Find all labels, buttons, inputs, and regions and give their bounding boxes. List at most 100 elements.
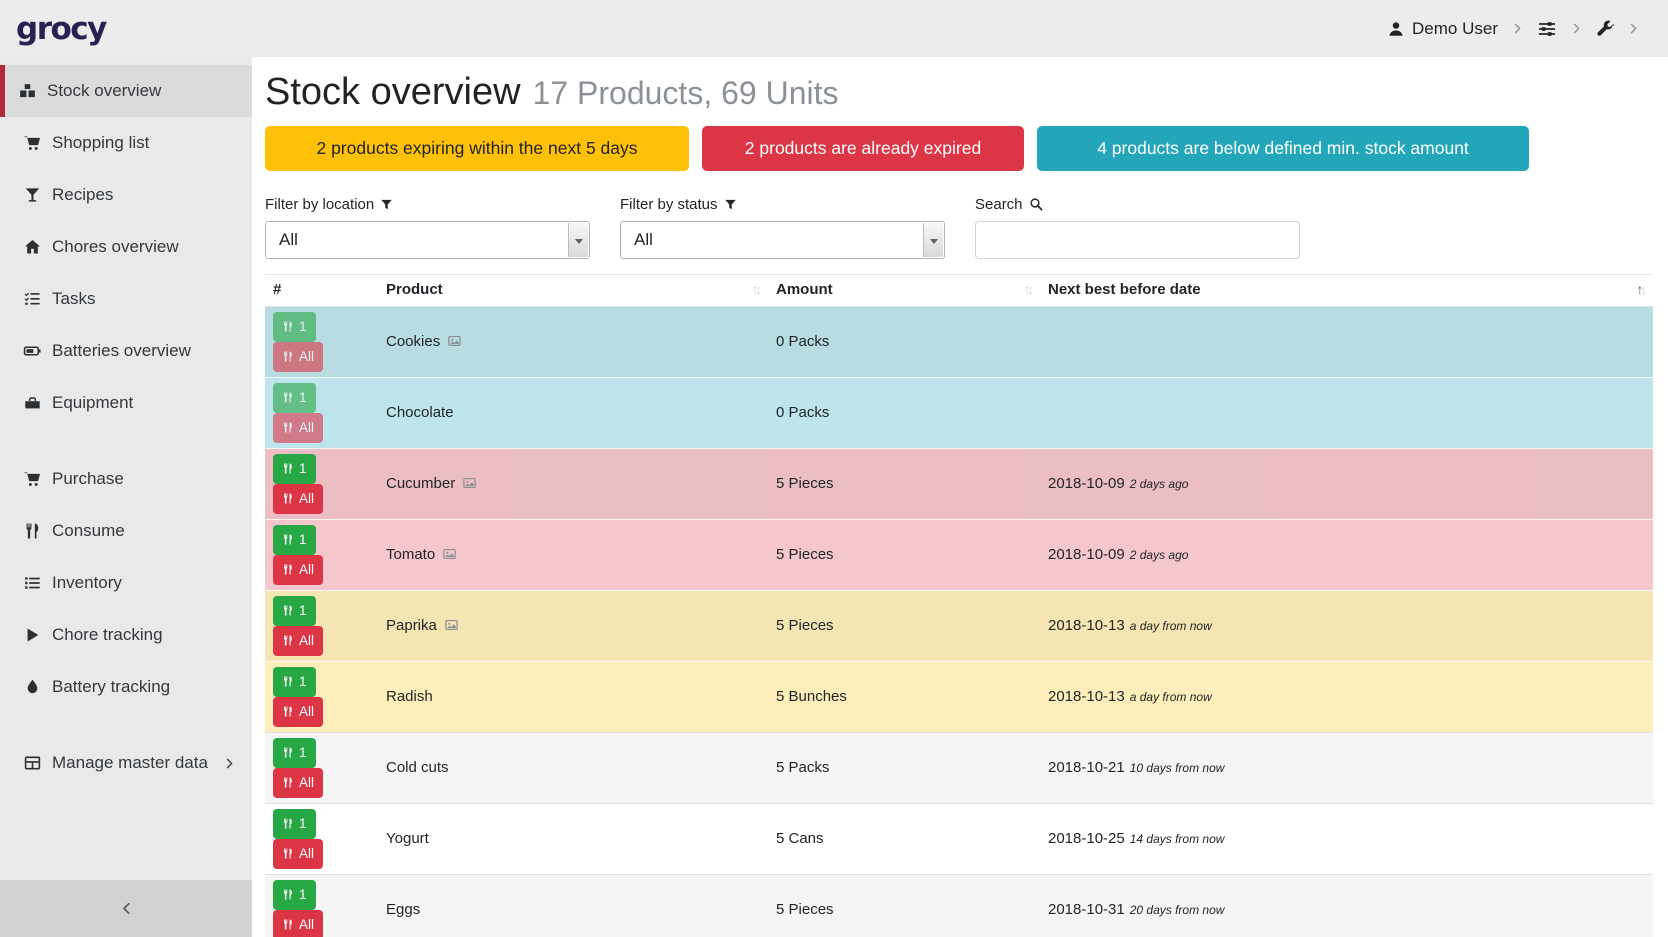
chevron-right-icon xyxy=(223,757,236,770)
column-header-amount[interactable]: Amount ↑↓ xyxy=(768,274,1040,306)
consume-all-button[interactable]: All xyxy=(273,910,323,937)
date-cell: 2018-10-2110 days from now xyxy=(1040,732,1653,803)
chevron-left-icon xyxy=(119,901,134,916)
consume-one-button[interactable]: 1 xyxy=(273,454,316,484)
sidebar-item-purchase[interactable]: Purchase xyxy=(0,453,252,505)
utensils-icon xyxy=(282,604,294,617)
sidebar-item-stock-overview[interactable]: Stock overview xyxy=(0,65,252,117)
product-name[interactable]: Cookies xyxy=(386,333,440,350)
consume-all-button[interactable]: All xyxy=(273,626,323,656)
consume-all-button[interactable]: All xyxy=(273,768,323,798)
sidebar-item-batteries-overview[interactable]: Batteries overview xyxy=(0,325,252,377)
product-cell: Eggs xyxy=(378,874,768,937)
filter-status-label: Filter by status xyxy=(620,196,945,213)
product-cell: Yogurt xyxy=(378,803,768,874)
app-logo[interactable]: grocy xyxy=(16,11,106,47)
actions-cell: 1 All xyxy=(265,803,378,874)
consume-all-button[interactable]: All xyxy=(273,413,323,443)
product-name[interactable]: Chocolate xyxy=(386,404,454,421)
sidebar-collapse-button[interactable] xyxy=(0,880,252,937)
utensils-icon xyxy=(282,350,294,363)
consume-one-button[interactable]: 1 xyxy=(273,738,316,768)
consume-all-button[interactable]: All xyxy=(273,697,323,727)
sidebar-item-shopping-list[interactable]: Shopping list xyxy=(0,117,252,169)
alert-info-button[interactable]: 4 products are below defined min. stock … xyxy=(1037,126,1529,171)
image-icon[interactable] xyxy=(462,476,477,490)
product-cell: Cold cuts xyxy=(378,732,768,803)
consume-all-button[interactable]: All xyxy=(273,342,323,372)
sidebar-item-tasks[interactable]: Tasks xyxy=(0,273,252,325)
consume-one-button[interactable]: 1 xyxy=(273,312,316,342)
sidebar-item-manage-master-data[interactable]: Manage master data xyxy=(0,737,252,789)
column-label: Next best before date xyxy=(1048,281,1201,298)
column-header-product[interactable]: Product ↑↓ xyxy=(378,274,768,306)
sliders-icon xyxy=(1537,19,1557,39)
column-header-date[interactable]: Next best before date ↑↓ xyxy=(1040,274,1653,306)
sidebar-item-recipes[interactable]: Recipes xyxy=(0,169,252,221)
consume-one-button[interactable]: 1 xyxy=(273,525,316,555)
sidebar-item-equipment[interactable]: Equipment xyxy=(0,377,252,429)
consume-one-label: 1 xyxy=(299,887,307,902)
search-input[interactable] xyxy=(975,221,1300,259)
sort-icon[interactable]: ↑↓ xyxy=(752,282,763,297)
consume-all-label: All xyxy=(299,349,314,364)
chevron-right-icon xyxy=(1627,22,1640,35)
consume-one-button[interactable]: 1 xyxy=(273,596,316,626)
utensils-icon xyxy=(282,492,294,505)
consume-all-button[interactable]: All xyxy=(273,555,323,585)
settings-menu[interactable] xyxy=(1537,19,1557,39)
user-label: Demo User xyxy=(1412,19,1498,39)
product-name[interactable]: Yogurt xyxy=(386,830,429,847)
image-icon[interactable] xyxy=(442,547,457,561)
consume-all-button[interactable]: All xyxy=(273,484,323,514)
product-name[interactable]: Tomato xyxy=(386,546,435,563)
product-name[interactable]: Cucumber xyxy=(386,475,455,492)
sidebar-item-consume[interactable]: Consume xyxy=(0,505,252,557)
product-cell: Cookies xyxy=(378,306,768,377)
table-row: 1AllCucumber5 Pieces2018-10-092 days ago xyxy=(265,448,1653,519)
consume-one-button[interactable]: 1 xyxy=(273,880,316,910)
status-select[interactable]: All xyxy=(620,221,945,259)
alert-warning-button[interactable]: 2 products expiring within the next 5 da… xyxy=(265,126,689,171)
alert-danger-button[interactable]: 2 products are already expired xyxy=(702,126,1024,171)
search-icon xyxy=(1029,197,1043,211)
consume-one-button[interactable]: 1 xyxy=(273,383,316,413)
actions-cell: 1 All xyxy=(265,874,378,937)
sidebar-item-chores-overview[interactable]: Chores overview xyxy=(0,221,252,273)
search-label-text: Search xyxy=(975,196,1023,213)
utensils-icon xyxy=(282,462,294,475)
consume-all-label: All xyxy=(299,775,314,790)
consume-all-label: All xyxy=(299,420,314,435)
sidebar-item-battery-tracking[interactable]: Battery tracking xyxy=(0,661,252,713)
user-menu[interactable]: Demo User xyxy=(1387,19,1498,39)
image-icon[interactable] xyxy=(444,618,459,632)
product-name[interactable]: Radish xyxy=(386,688,433,705)
location-select[interactable]: All xyxy=(265,221,590,259)
sidebar-item-inventory[interactable]: Inventory xyxy=(0,557,252,609)
consume-one-button[interactable]: 1 xyxy=(273,667,316,697)
sidebar-group-gap xyxy=(0,429,252,453)
column-label: # xyxy=(273,281,281,298)
best-before-relative: 14 days from now xyxy=(1130,832,1225,846)
image-icon[interactable] xyxy=(447,334,462,348)
product-name[interactable]: Paprika xyxy=(386,617,437,634)
consume-one-label: 1 xyxy=(299,816,307,831)
filters-row: Filter by location All Filter by status … xyxy=(265,196,1653,259)
product-name[interactable]: Cold cuts xyxy=(386,759,449,776)
consume-all-label: All xyxy=(299,491,314,506)
sidebar-item-label: Stock overview xyxy=(47,81,161,101)
actions-cell: 1All xyxy=(265,519,378,590)
admin-menu[interactable] xyxy=(1596,20,1614,38)
sidebar-item-chore-tracking[interactable]: Chore tracking xyxy=(0,609,252,661)
utensils-icon xyxy=(282,675,294,688)
consume-one-button[interactable]: 1 xyxy=(273,809,316,839)
sidebar-item-label: Shopping list xyxy=(52,133,149,153)
best-before-relative: a day from now xyxy=(1130,619,1212,633)
filter-location-label-text: Filter by location xyxy=(265,196,374,213)
sidebar-item-label: Inventory xyxy=(52,573,122,593)
best-before-relative: 20 days from now xyxy=(1130,903,1225,917)
sort-icon[interactable]: ↑↓ xyxy=(1024,282,1035,297)
product-name[interactable]: Eggs xyxy=(386,901,420,918)
consume-all-button[interactable]: All xyxy=(273,839,323,869)
sort-icon[interactable]: ↑↓ xyxy=(1637,282,1648,297)
